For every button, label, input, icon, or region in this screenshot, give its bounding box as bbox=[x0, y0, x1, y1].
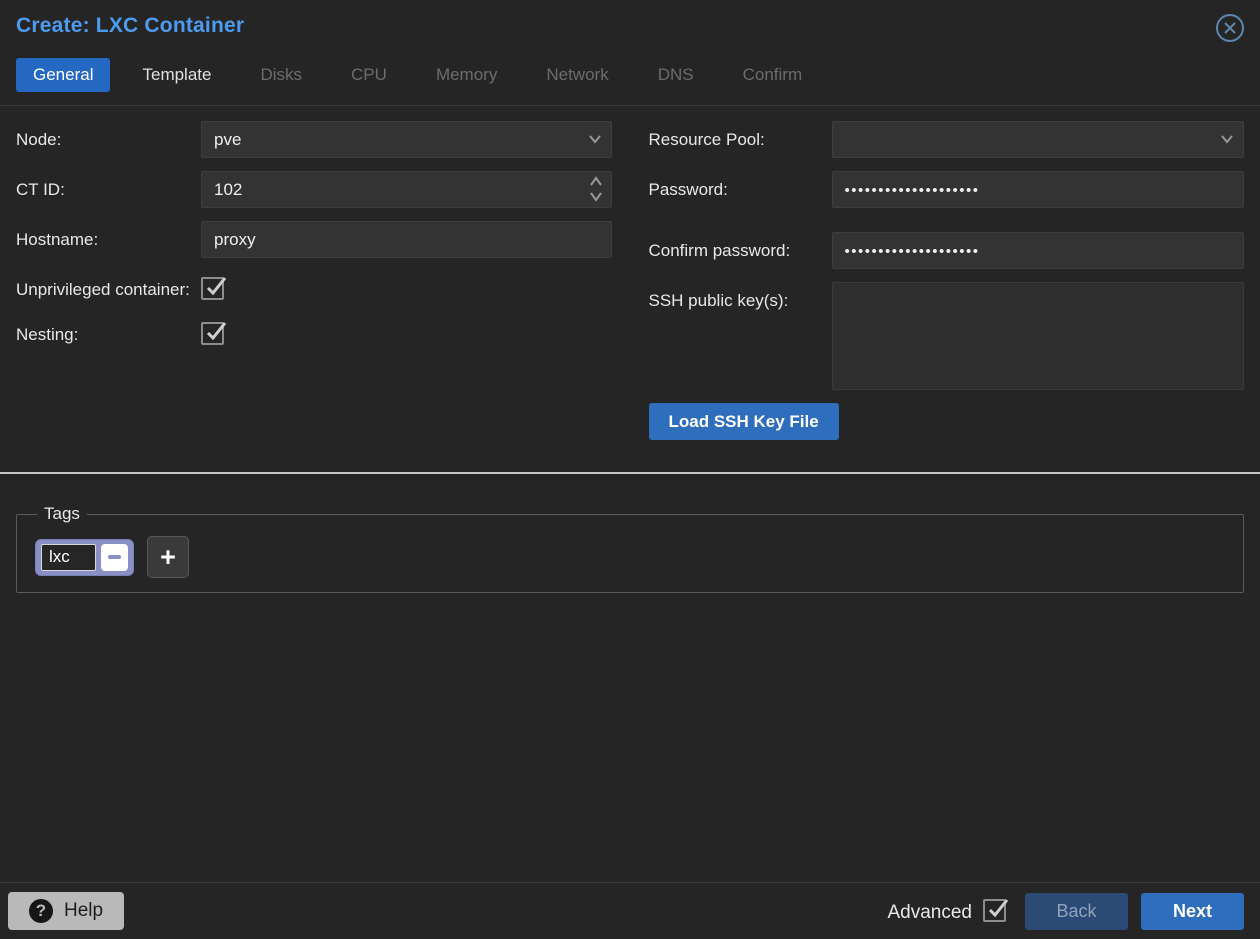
remove-tag-button[interactable] bbox=[101, 543, 128, 571]
tags-fieldset: Tags lxc + bbox=[16, 504, 1244, 593]
confirm-password-input[interactable]: •••••••••••••••••••• bbox=[831, 232, 1244, 269]
nesting-checkbox[interactable] bbox=[201, 321, 227, 345]
ctid-row: CT ID: 102 bbox=[16, 171, 612, 208]
nesting-row: Nesting: bbox=[16, 316, 612, 348]
ctid-spinner-field[interactable]: 102 bbox=[201, 171, 612, 208]
confirm-password-row: Confirm password: •••••••••••••••••••• bbox=[648, 232, 1244, 269]
add-tag-button[interactable]: + bbox=[147, 536, 189, 578]
general-panel: Node: pve CT ID: 102 Hostname: proxy Unp… bbox=[0, 106, 1260, 440]
next-button[interactable]: Next bbox=[1141, 892, 1244, 930]
tab-memory: Memory bbox=[435, 65, 498, 84]
advanced-label: Advanced bbox=[887, 901, 972, 923]
chevron-down-icon[interactable] bbox=[587, 131, 603, 152]
back-button[interactable]: Back bbox=[1025, 892, 1128, 930]
advanced-checkbox[interactable] bbox=[983, 898, 1009, 922]
tab-dns: DNS bbox=[657, 65, 694, 84]
node-label: Node: bbox=[16, 130, 62, 149]
spinner-arrows-icon[interactable] bbox=[589, 176, 603, 202]
tab-cpu: CPU bbox=[351, 65, 387, 84]
advanced-toggle: Advanced bbox=[887, 898, 1009, 924]
node-row: Node: pve bbox=[16, 121, 612, 158]
ssh-keys-row: SSH public key(s): bbox=[648, 282, 1244, 390]
unprivileged-row: Unprivileged container: bbox=[16, 271, 612, 303]
load-ssh-row: Load SSH Key File bbox=[648, 403, 1245, 440]
close-button[interactable] bbox=[1214, 12, 1246, 49]
unprivileged-label: Unprivileged container: bbox=[16, 280, 190, 299]
tab-general[interactable]: General bbox=[16, 58, 111, 92]
resource-pool-label: Resource Pool: bbox=[648, 130, 765, 149]
wizard-tabbar: General Template Disks CPU Memory Networ… bbox=[0, 52, 1260, 106]
tab-disks: Disks bbox=[260, 65, 303, 84]
hostname-input[interactable]: proxy bbox=[201, 221, 612, 258]
nesting-label: Nesting: bbox=[16, 324, 79, 344]
help-button-label: Help bbox=[64, 900, 104, 921]
resource-pool-row: Resource Pool: bbox=[648, 121, 1244, 158]
load-ssh-key-file-button[interactable]: Load SSH Key File bbox=[648, 403, 839, 440]
node-combobox[interactable]: pve bbox=[201, 121, 612, 158]
password-row: Password: •••••••••••••••••••• bbox=[648, 171, 1244, 208]
tag-value-input[interactable]: lxc bbox=[41, 543, 96, 571]
tab-confirm: Confirm bbox=[742, 65, 803, 84]
plus-icon: + bbox=[160, 541, 176, 572]
tab-template[interactable]: Template bbox=[125, 58, 228, 92]
dialog-footer: ? Help Advanced Back Next bbox=[0, 882, 1260, 939]
close-icon bbox=[1214, 12, 1246, 49]
confirm-password-label: Confirm password: bbox=[648, 241, 791, 260]
tag-pill: lxc bbox=[35, 538, 134, 576]
ssh-keys-label: SSH public key(s): bbox=[648, 291, 789, 310]
ctid-label: CT ID: bbox=[16, 180, 65, 199]
password-input[interactable]: •••••••••••••••••••• bbox=[831, 171, 1244, 208]
section-divider bbox=[0, 472, 1260, 474]
chevron-down-icon[interactable] bbox=[1219, 131, 1235, 152]
dialog-title: Create: LXC Container bbox=[16, 14, 245, 37]
tags-legend: Tags bbox=[44, 504, 80, 523]
resource-pool-combobox[interactable] bbox=[831, 121, 1244, 158]
question-mark-icon: ? bbox=[29, 899, 53, 923]
ssh-keys-textarea[interactable] bbox=[831, 282, 1244, 390]
unprivileged-checkbox[interactable] bbox=[201, 277, 227, 300]
minus-icon bbox=[108, 555, 121, 559]
hostname-label: Hostname: bbox=[16, 230, 99, 249]
help-button[interactable]: ? Help bbox=[8, 892, 125, 930]
password-label: Password: bbox=[648, 180, 728, 199]
tab-network: Network bbox=[546, 65, 609, 84]
hostname-row: Hostname: proxy bbox=[16, 221, 612, 258]
dialog-titlebar: Create: LXC Container bbox=[0, 0, 1260, 52]
